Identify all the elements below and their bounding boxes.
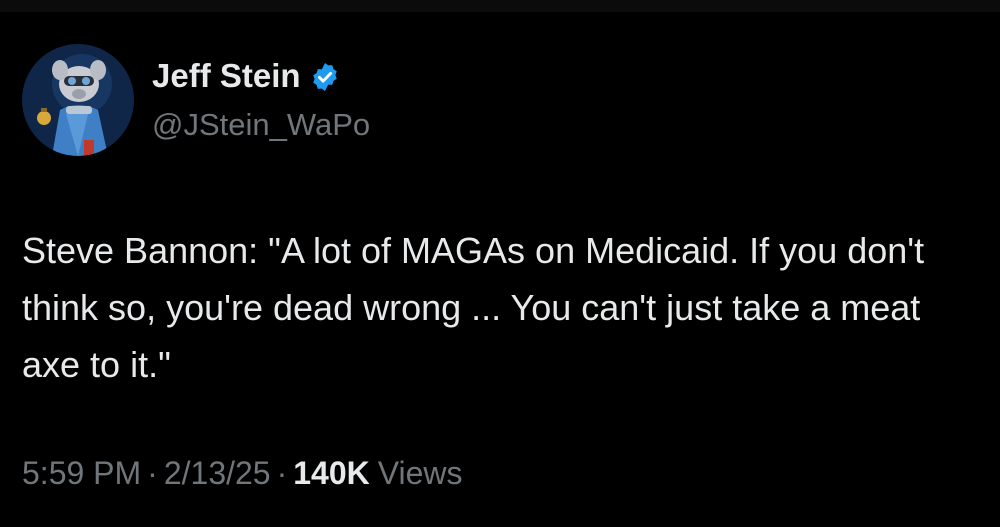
- author-name-text: Jeff Stein: [152, 57, 301, 94]
- tweet-text: Steve Bannon: "A lot of MAGAs on Medicai…: [22, 230, 935, 385]
- tweet-date[interactable]: 2/13/25: [164, 450, 271, 496]
- views-count[interactable]: 140K: [293, 450, 370, 496]
- separator: ·: [147, 455, 158, 491]
- tweet-time[interactable]: 5:59 PM: [22, 450, 141, 496]
- verified-badge-icon: [309, 60, 341, 92]
- avatar[interactable]: [22, 44, 134, 156]
- views-label: Views: [377, 455, 463, 491]
- author-handle[interactable]: @JStein_WaPo: [152, 104, 370, 146]
- author-name[interactable]: Jeff Stein: [152, 54, 341, 98]
- tweet-meta: 5:59 PM · 2/13/25 · 140K Views: [22, 450, 463, 496]
- tweet: Jeff Stein @JStein_WaPo Steve Bannon: "A…: [0, 0, 1000, 527]
- avatar-image: [22, 44, 134, 156]
- separator: ·: [276, 455, 288, 491]
